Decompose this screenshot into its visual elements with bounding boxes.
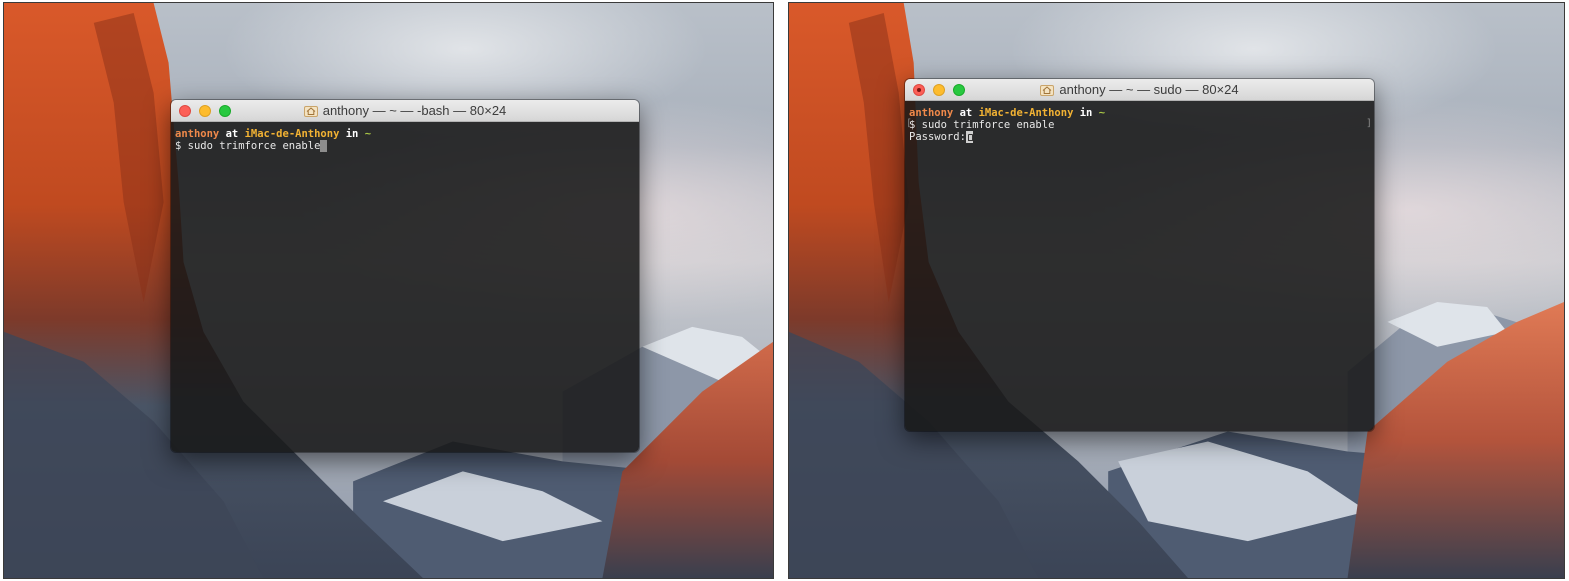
terminal-window[interactable]: anthony — ~ — sudo — 80×24 [ ] anthony a…: [905, 79, 1374, 431]
secure-input-key-cursor: [965, 131, 973, 143]
window-title: anthony — ~ — -bash — 80×24: [303, 103, 507, 118]
zoom-button[interactable]: [219, 105, 231, 117]
prompt-in: in: [1073, 107, 1099, 119]
prompt-user: anthony: [175, 128, 220, 140]
window-title-text: anthony — ~ — sudo — 80×24: [1059, 82, 1239, 97]
prompt-dir: ~: [1098, 107, 1106, 119]
prompt-at: at: [219, 128, 245, 140]
close-button[interactable]: [913, 84, 925, 96]
prompt-line: anthony at iMac-de-Anthony in ~: [909, 107, 1370, 119]
command-text: $ sudo trimforce enable: [909, 119, 1055, 131]
prompt-line: anthony at iMac-de-Anthony in ~: [175, 128, 635, 140]
prompt-in: in: [339, 128, 365, 140]
home-folder-icon: [1040, 85, 1055, 96]
prompt-host: iMac-de-Anthony: [978, 107, 1074, 119]
command-line[interactable]: $ sudo trimforce enable: [175, 140, 635, 152]
terminal-window[interactable]: anthony — ~ — -bash — 80×24 anthony at i…: [171, 100, 639, 452]
home-folder-icon: [303, 106, 318, 117]
minimize-button[interactable]: [933, 84, 945, 96]
left-screenshot-panel: anthony — ~ — -bash — 80×24 anthony at i…: [3, 2, 774, 579]
zoom-button[interactable]: [953, 84, 965, 96]
terminal-titlebar[interactable]: anthony — ~ — sudo — 80×24: [905, 79, 1374, 101]
terminal-titlebar[interactable]: anthony — ~ — -bash — 80×24: [171, 100, 639, 122]
right-screenshot-panel: anthony — ~ — sudo — 80×24 [ ] anthony a…: [788, 2, 1565, 579]
selection-bracket-right: ]: [1365, 118, 1372, 129]
command-text: $ sudo trimforce enable: [175, 140, 321, 152]
password-label: Password:: [909, 131, 966, 143]
window-title-text: anthony — ~ — -bash — 80×24: [322, 103, 507, 118]
window-title: anthony — ~ — sudo — 80×24: [1040, 82, 1239, 97]
text-cursor: [320, 140, 328, 152]
command-line: $ sudo trimforce enable: [909, 119, 1370, 131]
prompt-user: anthony: [909, 107, 954, 119]
selection-bracket-left: [: [906, 118, 913, 129]
close-button[interactable]: [179, 105, 191, 117]
prompt-dir: ~: [364, 128, 372, 140]
terminal-content[interactable]: anthony at iMac-de-Anthony in ~ $ sudo t…: [171, 122, 639, 452]
prompt-at: at: [953, 107, 979, 119]
terminal-content[interactable]: [ ] anthony at iMac-de-Anthony in ~ $ su…: [905, 101, 1374, 431]
password-line[interactable]: Password:: [909, 131, 1370, 143]
prompt-host: iMac-de-Anthony: [244, 128, 340, 140]
minimize-button[interactable]: [199, 105, 211, 117]
